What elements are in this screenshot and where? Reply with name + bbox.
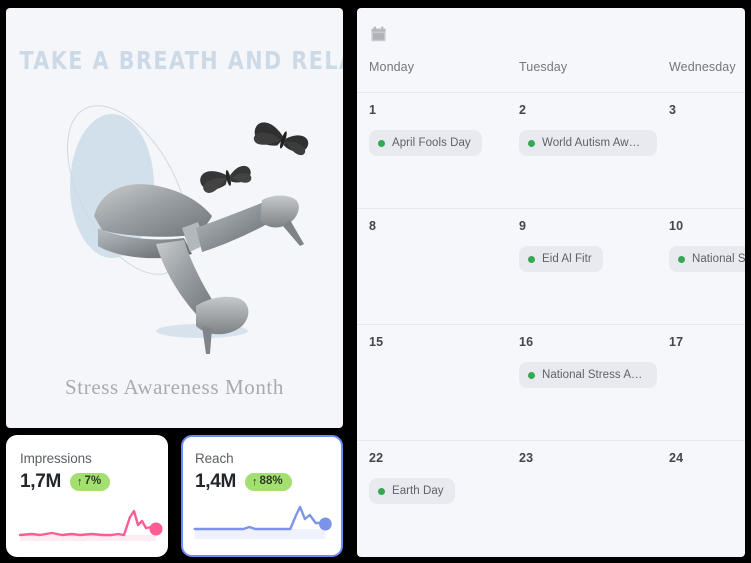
stat-card-value-row: 1,4M ↑ 88% [195,471,329,493]
stat-card-delta-value: 88% [259,475,283,488]
event-chip[interactable]: Earth Day [369,478,455,504]
event-status-dot [378,139,385,147]
event-chip[interactable]: April Fools Day [369,130,482,156]
event-label: National Stress Aw… [542,369,646,381]
event-status-dot [528,371,535,379]
app-root: TAKE A BREATH AND RELAX Stress Awareness… [0,0,751,563]
weekday-header: Monday Tuesday Wednesday [357,60,745,92]
calendar-icon[interactable] [370,26,387,43]
stat-card-delta-badge: ↑ 88% [245,473,292,491]
calendar-day-cell[interactable]: 17 [657,325,745,440]
stat-card-label: Impressions [20,451,92,466]
event-label: Eid Al Fitr [542,253,592,265]
left-column: TAKE A BREATH AND RELAX Stress Awareness… [6,8,343,557]
calendar-day-cell[interactable]: 1 April Fools Day [357,93,507,208]
day-number: 23 [519,451,534,465]
weekday-tuesday: Tuesday [519,60,568,74]
poster-subtitle: Stress Awareness Month [65,375,284,399]
event-label: World Autism Awar… [542,137,646,149]
arrow-up-icon: ↑ [252,475,258,488]
stat-card-value-row: 1,7M ↑ 7% [20,471,154,493]
stat-card-delta-value: 7% [84,475,102,488]
weekday-wednesday: Wednesday [669,60,736,74]
stat-card-impressions[interactable]: Impressions 1,7M ↑ 7% [6,435,168,557]
calendar-day-cell[interactable]: 24 [657,441,745,556]
calendar-day-cell[interactable]: 9 Eid Al Fitr [507,209,657,324]
calendar-day-cell[interactable]: 22 Earth Day [357,441,507,556]
calendar-week-row: 22 Earth Day 23 24 [357,440,745,556]
day-number: 15 [369,335,384,349]
event-label: National Sib… [692,253,745,265]
day-number: 9 [519,219,527,233]
day-number: 10 [669,219,684,233]
calendar-day-cell[interactable]: 8 [357,209,507,324]
poster-card[interactable]: TAKE A BREATH AND RELAX Stress Awareness… [6,8,343,428]
calendar-grid: 1 April Fools Day 2 World Autism Awar… 3 [357,92,745,556]
stat-card-delta-badge: ↑ 7% [70,473,111,491]
sparkline-reach [193,505,332,539]
calendar-day-cell[interactable]: 15 [357,325,507,440]
arrow-up-icon: ↑ [77,475,83,488]
calendar-day-cell[interactable]: 10 National Sib… [657,209,745,324]
event-status-dot [528,139,535,147]
calendar-day-cell[interactable]: 2 World Autism Awar… [507,93,657,208]
stat-card-value: 1,4M [195,471,237,492]
day-number: 16 [519,335,534,349]
event-status-dot [528,255,535,263]
calendar-day-cell[interactable]: 16 National Stress Aw… [507,325,657,440]
stat-cards-row: Impressions 1,7M ↑ 7% Reach 1,4M ↑ 88% [6,435,343,557]
calendar-week-row: 1 April Fools Day 2 World Autism Awar… 3 [357,92,745,208]
calendar-day-cell[interactable]: 23 [507,441,657,556]
calendar-week-row: 8 9 Eid Al Fitr 10 National Sib… [357,208,745,324]
event-status-dot [378,487,385,495]
calendar-toolbar [357,8,745,60]
stat-card-value: 1,7M [20,471,62,492]
sparkline-impressions [18,509,163,541]
poster-artwork [66,105,309,354]
calendar-week-row: 15 16 National Stress Aw… 17 [357,324,745,440]
day-number: 22 [369,451,384,465]
stat-card-reach[interactable]: Reach 1,4M ↑ 88% [181,435,343,557]
event-chip[interactable]: National Sib… [669,246,745,272]
event-status-dot [678,255,685,263]
event-chip[interactable]: National Stress Aw… [519,362,657,388]
calendar-panel: Monday Tuesday Wednesday 1 April Fools D… [357,8,745,557]
day-number: 8 [369,219,377,233]
day-number: 2 [519,103,527,117]
event-chip[interactable]: Eid Al Fitr [519,246,603,272]
day-number: 1 [369,103,377,117]
stat-card-label: Reach [195,451,234,466]
calendar-day-cell[interactable]: 3 [657,93,745,208]
event-label: Earth Day [392,485,444,497]
event-chip[interactable]: World Autism Awar… [519,130,657,156]
day-number: 24 [669,451,684,465]
day-number: 3 [669,103,677,117]
weekday-monday: Monday [369,60,415,74]
day-number: 17 [669,335,684,349]
event-label: April Fools Day [392,137,471,149]
